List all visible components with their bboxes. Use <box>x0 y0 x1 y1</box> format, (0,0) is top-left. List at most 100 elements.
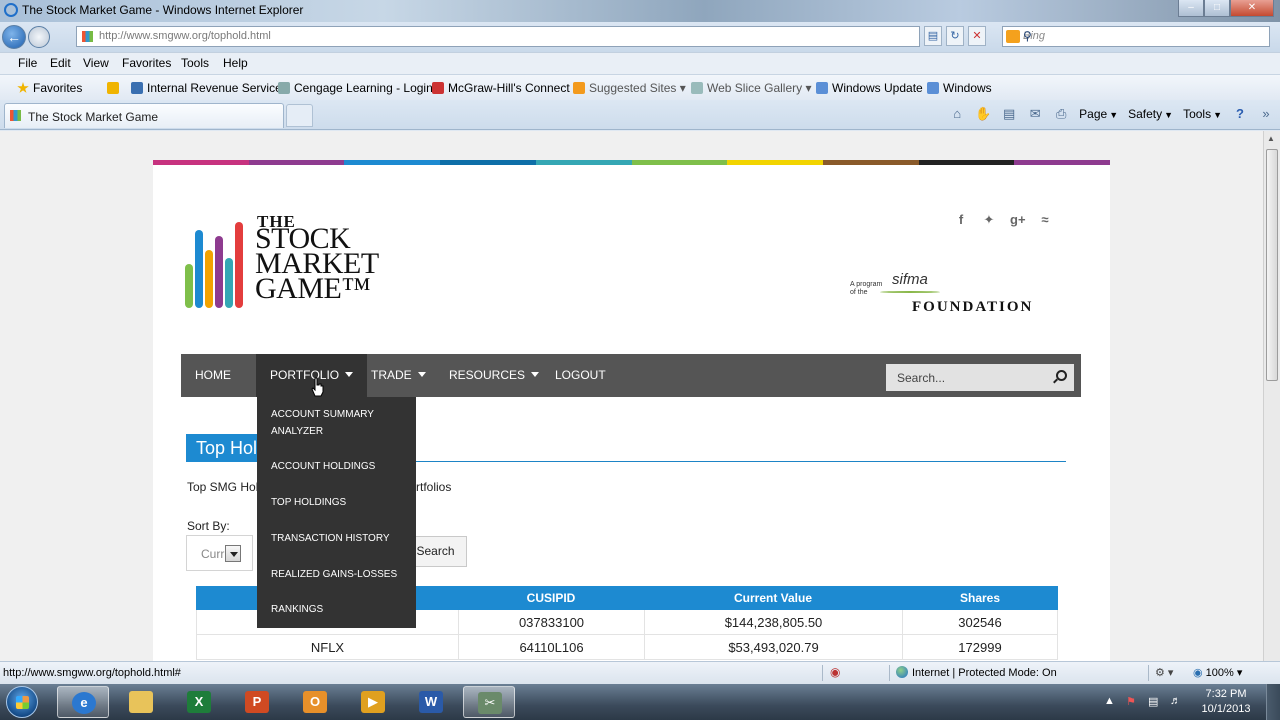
scroll-thumb[interactable] <box>1266 149 1278 381</box>
menu-help[interactable]: Help <box>223 56 248 70</box>
zoom-level[interactable]: ◉ 100% ▾ <box>1193 666 1242 679</box>
protected-mode-icon[interactable]: ⚙ ▾ <box>1155 666 1173 679</box>
safety-menu[interactable]: Safety ▼ <box>1128 107 1173 121</box>
start-button[interactable] <box>6 686 38 718</box>
site-favicon-icon <box>82 31 93 42</box>
taskbar-explorer[interactable] <box>115 686 167 718</box>
facebook-icon[interactable]: f <box>954 212 968 228</box>
col-header-shares[interactable]: Shares <box>902 586 1058 610</box>
search-icon[interactable] <box>1056 370 1067 381</box>
privacy-icon[interactable]: ◉ <box>830 665 840 679</box>
dropdown-item-account-holdings[interactable]: ACCOUNT HOLDINGS <box>271 458 401 475</box>
home-icon[interactable]: ⌂ <box>949 107 965 121</box>
search-icon[interactable]: ⚲ <box>1023 29 1261 43</box>
fav-item-mcgraw[interactable]: McGraw-Hill's Connect <box>432 81 570 95</box>
fav-item-label: Windows Update <box>832 81 923 95</box>
nav-logout[interactable]: LOGOUT <box>541 354 620 397</box>
action-center-icon[interactable]: ⚑ <box>1126 695 1136 708</box>
taskbar-outlook[interactable]: O <box>289 686 341 718</box>
tab-row: The Stock Market Game ⌂ ✋ ▤ ✉ ⎙ Page ▼ Sa… <box>0 100 1280 130</box>
hand-cursor-icon <box>311 377 324 397</box>
compat-view-icon[interactable]: ▤ <box>924 26 942 46</box>
fav-item-suggested[interactable]: Suggested Sites ▾ <box>573 81 686 95</box>
twitter-icon[interactable]: ✦ <box>982 212 996 228</box>
menu-edit[interactable]: Edit <box>50 56 71 70</box>
taskbar-excel[interactable]: X <box>173 686 225 718</box>
tray-expand-icon[interactable]: ▲ <box>1104 695 1115 707</box>
taskbar-clock[interactable]: 7:32 PM 10/1/2013 <box>1196 687 1256 717</box>
web-slice-icon <box>691 82 703 94</box>
taskbar-snipping[interactable]: ✂ <box>463 686 515 718</box>
col-header-cusipid[interactable]: CUSIPID <box>458 586 644 610</box>
maximize-button[interactable]: □ <box>1204 0 1230 17</box>
site-search-input[interactable] <box>886 364 1046 391</box>
add-favorite-icon[interactable] <box>107 81 123 95</box>
taskbar-powerpoint[interactable]: P <box>231 686 283 718</box>
minimize-button[interactable]: – <box>1178 0 1204 17</box>
nav-trade[interactable]: TRADE <box>357 354 440 397</box>
logo-line-3: GAME™ <box>255 272 371 305</box>
new-tab-button[interactable] <box>286 104 313 127</box>
dropdown-item-transaction-history[interactable]: TRANSACTION HISTORY <box>271 530 401 547</box>
tools-menu[interactable]: Tools ▼ <box>1183 107 1222 121</box>
search-box[interactable]: Bing ⚲ <box>1002 26 1270 47</box>
show-desktop-button[interactable] <box>1266 684 1280 720</box>
fav-item-windows-update[interactable]: Windows Update <box>816 81 923 95</box>
scroll-up-icon[interactable]: ▲ <box>1267 134 1275 143</box>
stop-icon[interactable]: ✕ <box>968 26 986 46</box>
page-subtext-end: rtfolios <box>416 480 452 494</box>
taskbar-word[interactable]: W <box>405 686 457 718</box>
page-title: Top Holdings <box>186 434 266 462</box>
browser-tab[interactable]: The Stock Market Game <box>4 103 284 128</box>
taskbar-ie[interactable]: e <box>57 686 109 718</box>
vertical-scrollbar[interactable]: ▲ <box>1263 131 1280 661</box>
mail-icon[interactable]: ✉ <box>1027 107 1043 121</box>
refresh-icon[interactable]: ↻ <box>946 26 964 46</box>
volume-icon[interactable]: ♬ <box>1170 695 1181 707</box>
back-button[interactable]: ← <box>2 25 26 49</box>
dropdown-item-top-holdings[interactable]: TOP HOLDINGS <box>271 494 401 511</box>
fav-item-irs[interactable]: Internal Revenue Service <box>131 81 282 95</box>
page-menu[interactable]: Page ▼ <box>1079 107 1118 121</box>
sort-by-label: Sort By: <box>187 519 230 533</box>
nav-home-label: HOME <box>195 368 231 382</box>
help-icon[interactable]: ? <box>1232 107 1248 121</box>
dropdown-item-realized-gains[interactable]: REALIZED GAINS-LOSSES <box>271 566 401 583</box>
status-separator <box>1148 665 1149 681</box>
print-icon[interactable]: ⎙ <box>1053 107 1069 121</box>
chevron-right-icon[interactable]: » <box>1258 107 1274 121</box>
menu-view[interactable]: View <box>83 56 109 70</box>
window-controls: – □ ✕ <box>1178 0 1274 17</box>
feeds-icon[interactable]: ▤ <box>1001 107 1017 121</box>
fav-item-webslice[interactable]: Web Slice Gallery ▾ <box>691 81 812 95</box>
favorites-button[interactable]: Favorites <box>17 81 82 95</box>
network-icon[interactable]: ▤ <box>1148 695 1158 708</box>
dropdown-item-account-summary[interactable]: ACCOUNT SUMMARY ANALYZER <box>271 406 401 440</box>
hand-icon[interactable]: ✋ <box>975 107 991 121</box>
forward-button[interactable] <box>28 26 50 48</box>
nav-trade-label: TRADE <box>371 368 412 382</box>
add-to-favorites-icon <box>107 82 119 94</box>
cell-cusipid: 64110L106 <box>459 635 645 660</box>
dropdown-item-rankings[interactable]: RANKINGS <box>271 601 401 618</box>
logo-bars-icon <box>185 220 249 308</box>
address-bar[interactable]: http://www.smgww.org/tophold.html <box>76 26 920 47</box>
fav-item-cengage[interactable]: Cengage Learning - Login <box>278 81 433 95</box>
nav-home[interactable]: HOME <box>181 354 245 397</box>
fav-item-windows[interactable]: Windows <box>927 81 992 95</box>
chevron-down-icon[interactable] <box>225 545 241 562</box>
menu-favorites[interactable]: Favorites <box>122 56 171 70</box>
address-row: ← http://www.smgww.org/tophold.html ▤ ↻ … <box>0 22 1280 52</box>
rss-icon[interactable]: ≈ <box>1038 212 1052 228</box>
menu-tools[interactable]: Tools <box>181 56 209 70</box>
sifma-swoosh-icon <box>880 291 940 293</box>
security-zone[interactable]: Internet | Protected Mode: On <box>896 666 1057 679</box>
col-header-current-value[interactable]: Current Value <box>644 586 902 610</box>
nav-resources[interactable]: RESOURCES <box>435 354 553 397</box>
close-window-button[interactable]: ✕ <box>1230 0 1274 17</box>
google-plus-icon[interactable]: g+ <box>1010 212 1026 228</box>
sort-select[interactable]: Curr <box>186 535 253 571</box>
taskbar-media[interactable]: ▶ <box>347 686 399 718</box>
fav-item-label: Internal Revenue Service <box>147 81 282 95</box>
menu-file[interactable]: File <box>18 56 37 70</box>
